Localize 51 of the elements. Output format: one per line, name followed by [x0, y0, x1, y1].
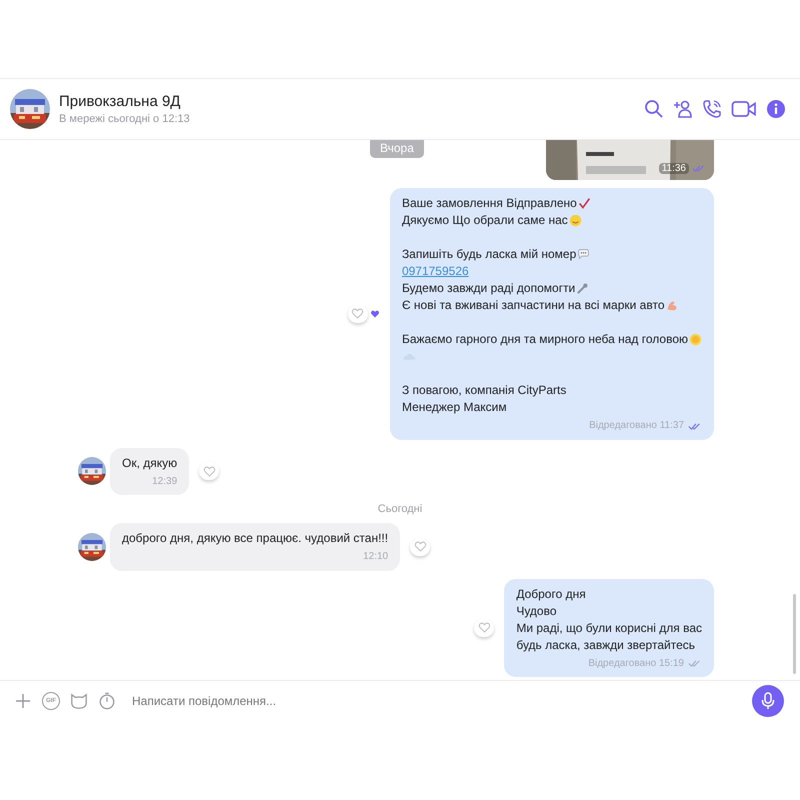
sun-icon	[689, 333, 702, 346]
message-text: Чудово	[516, 602, 557, 620]
message-time: 12:39	[152, 474, 178, 488]
message-text: Будемо завжди раді допомогти	[402, 280, 576, 297]
date-label: Сьогодні	[378, 503, 422, 515]
message-text: Ваше замовлення Відправлено	[402, 195, 577, 212]
info-button[interactable]	[766, 99, 786, 119]
add-person-button[interactable]	[673, 99, 693, 119]
like-button[interactable]	[474, 618, 494, 637]
message-time: Відредаговано 11:37	[589, 419, 684, 433]
like-button[interactable]	[410, 538, 430, 556]
like-button[interactable]	[199, 462, 220, 480]
flexed-arm-icon	[666, 299, 678, 312]
timer-button[interactable]	[98, 692, 116, 710]
add-button[interactable]	[14, 692, 32, 710]
smiley-icon	[568, 214, 582, 227]
speech-bubble-icon	[577, 248, 590, 261]
message-time: Відредаговано 15:19	[588, 656, 684, 670]
message-text: Є нові та вживані запчастини на всі марки авто	[402, 297, 664, 314]
message-text: Менеджер Максим	[402, 399, 507, 416]
phone-link[interactable]: 0971759526	[402, 263, 469, 280]
like-button[interactable]	[348, 304, 368, 323]
message-text: Дякуємо Що обрали саме нас	[402, 212, 568, 229]
search-button[interactable]	[644, 99, 664, 119]
heart-icon	[478, 621, 491, 634]
message-text: Доброго дня	[516, 586, 586, 602]
video-call-button[interactable]	[731, 99, 757, 119]
photo-message[interactable]: 11:36	[546, 140, 714, 180]
message-text: будь ласка, завжди звертайтесь	[516, 636, 695, 654]
sticker-button[interactable]	[70, 692, 88, 710]
date-badge: Вчора	[370, 140, 424, 158]
message-text: З повагою, компанія CityParts	[402, 382, 566, 399]
chat-title: Привокзальна 9Д	[59, 93, 182, 110]
call-button[interactable]	[702, 99, 722, 119]
message-text: Запишіть будь ласка мій номер	[402, 246, 576, 263]
message-text: Бажаємо гарного дня та мирного неба над головою	[402, 331, 688, 348]
message-time: 12:10	[363, 550, 388, 564]
check-mark-icon	[578, 197, 591, 210]
heart-icon	[351, 307, 364, 320]
heart-icon	[370, 308, 380, 319]
wrench-icon	[576, 282, 590, 295]
message-time: 11:36	[658, 163, 689, 174]
scrollbar[interactable]	[793, 594, 796, 674]
message-text: Ми раді, що були корисні для вас	[516, 620, 702, 636]
message-text: доброго дня, дякую все працює. чудовий стан!!!	[122, 530, 388, 547]
online-status: В мережі сьогодні о 12:13	[59, 113, 190, 125]
heart-icon	[414, 540, 427, 554]
message-input[interactable]: Написати повідомлення...	[130, 692, 742, 708]
voice-message-button[interactable]	[752, 684, 784, 716]
heart-icon	[202, 464, 216, 478]
message-text: Ок, дякую	[122, 454, 178, 472]
